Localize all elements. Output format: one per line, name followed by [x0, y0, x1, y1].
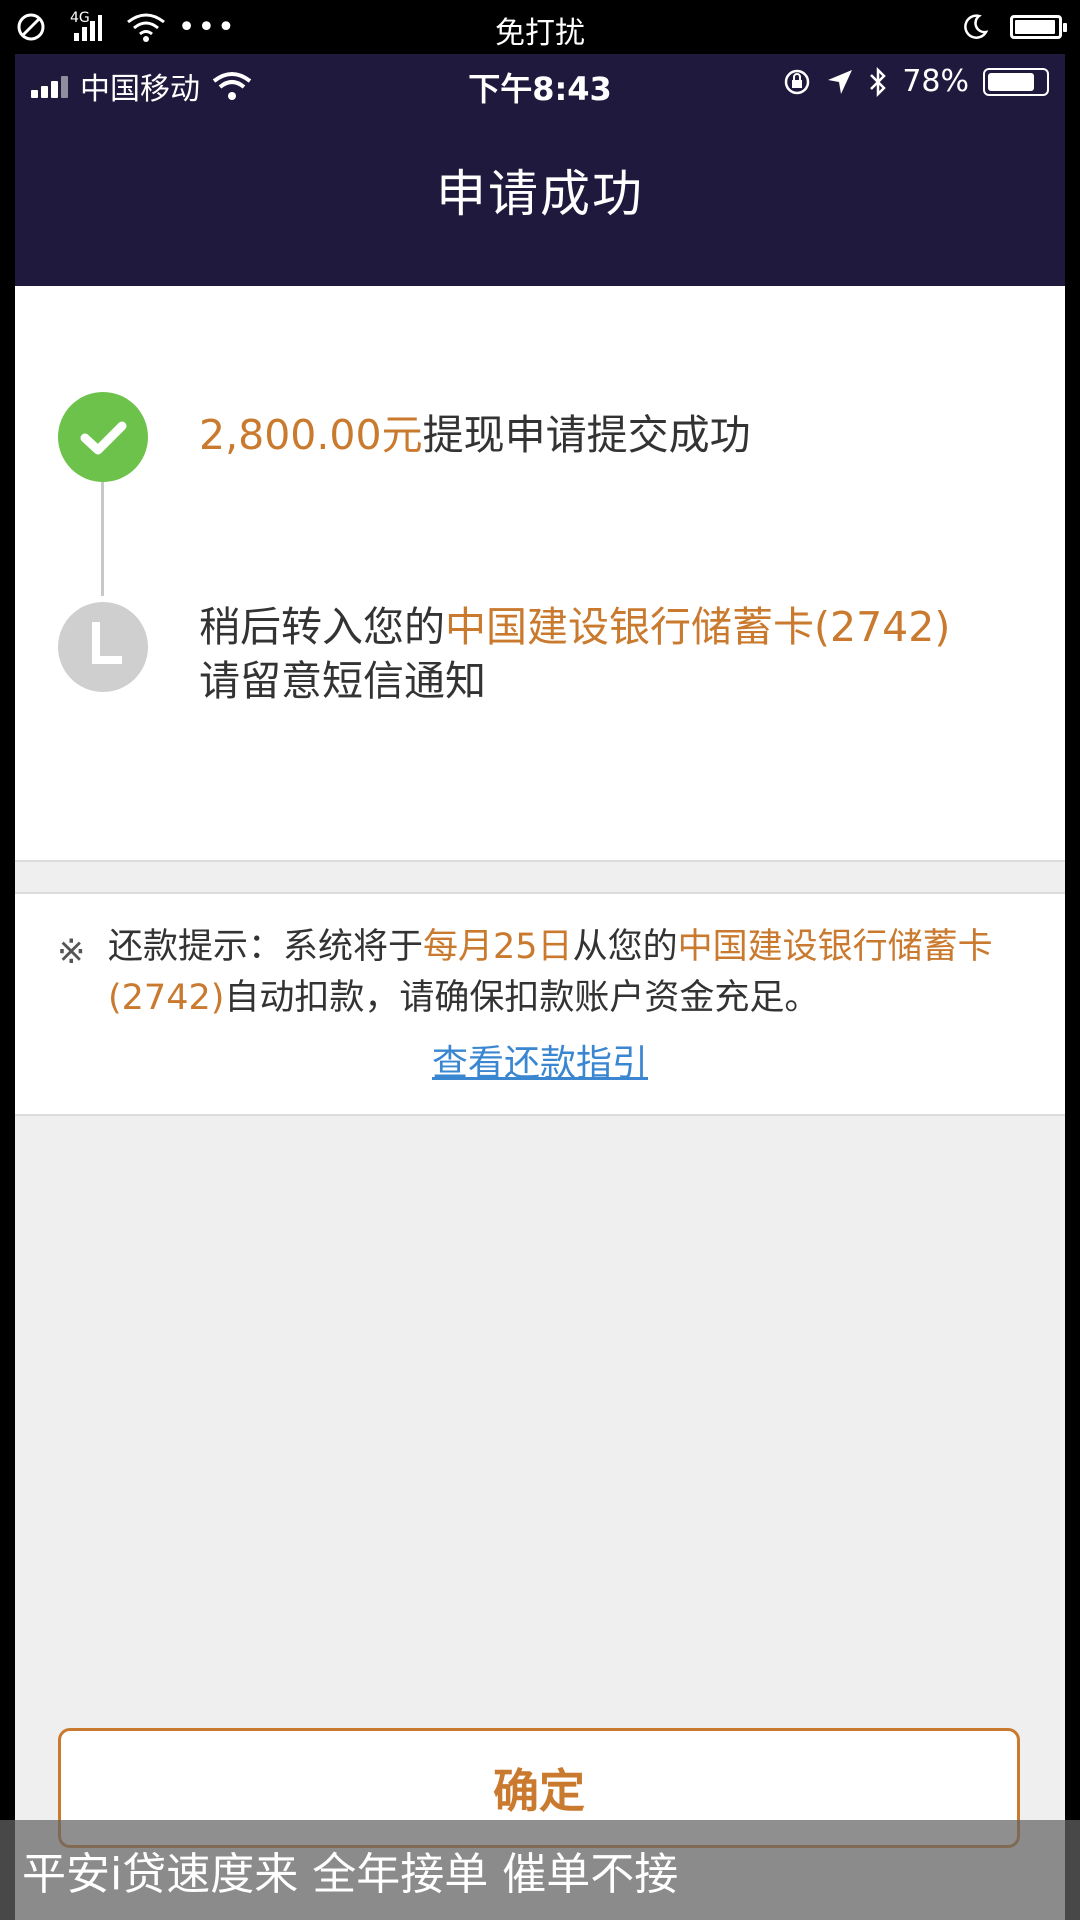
bank-card-name: 中国建设银行储蓄卡(2742) [445, 603, 951, 651]
success-check-icon [58, 392, 148, 482]
repay-date: 每月25日 [423, 927, 573, 967]
status-card: 2,800.00元提现申请提交成功 稍后转入您的中国建设银行储蓄卡(2742) … [15, 286, 1065, 862]
battery-percent: 78% [902, 64, 969, 99]
overlay-text: 平安i贷速度来 全年接单 催单不接 [22, 1849, 679, 1900]
clock-icon [58, 602, 148, 692]
withdraw-amount: 2,800.00元 [199, 411, 423, 459]
notice-part1: 还款提示：系统将于 [108, 927, 424, 967]
battery-icon [983, 67, 1049, 96]
step-transfer-line1: 稍后转入您的中国建设银行储蓄卡(2742) [199, 600, 950, 654]
step-submitted-label: 提现申请提交成功 [422, 411, 751, 459]
location-arrow-icon [828, 69, 853, 94]
step-submitted-text: 2,800.00元提现申请提交成功 [199, 408, 751, 462]
overlay-banner: 平安i贷速度来 全年接单 催单不接 [0, 1820, 1080, 1920]
outer-status-right [960, 10, 1067, 44]
outer-status-bar: 4G ••• 免打扰 [0, 0, 1080, 54]
step-transfer-prefix: 稍后转入您的 [199, 603, 445, 651]
repayment-guide-link[interactable]: 查看还款指引 [15, 1034, 1065, 1086]
phone-screen: 中国移动 下午8:43 78% 申请成功 2,800.00元提现申请提交成功 稍… [15, 54, 1065, 1920]
rotation-lock-icon [785, 69, 810, 94]
step-transfer-text: 稍后转入您的中国建设银行储蓄卡(2742) 请留意短信通知 [199, 600, 950, 708]
bluetooth-icon [870, 66, 887, 97]
moon-icon [964, 14, 989, 39]
ios-status-bar: 中国移动 下午8:43 78% [15, 54, 1065, 108]
dnd-label: 免打扰 [495, 16, 585, 51]
page-title: 申请成功 [436, 165, 644, 223]
ios-status-right: 78% [782, 64, 1049, 99]
sms-notice: 请留意短信通知 [199, 657, 486, 705]
nav-bar: 申请成功 [15, 108, 1065, 286]
notice-part3: 自动扣款，请确保扣款账户资金充足。 [224, 978, 820, 1018]
repayment-notice: ※ 还款提示：系统将于每月25日从您的中国建设银行储蓄卡(2742)自动扣款，请… [15, 892, 1065, 1116]
reference-mark-icon: ※ [57, 932, 86, 972]
notice-text: 还款提示：系统将于每月25日从您的中国建设银行储蓄卡(2742)自动扣款，请确保… [108, 922, 1018, 1024]
notice-part2: 从您的 [572, 927, 678, 967]
battery-icon [1010, 15, 1067, 39]
